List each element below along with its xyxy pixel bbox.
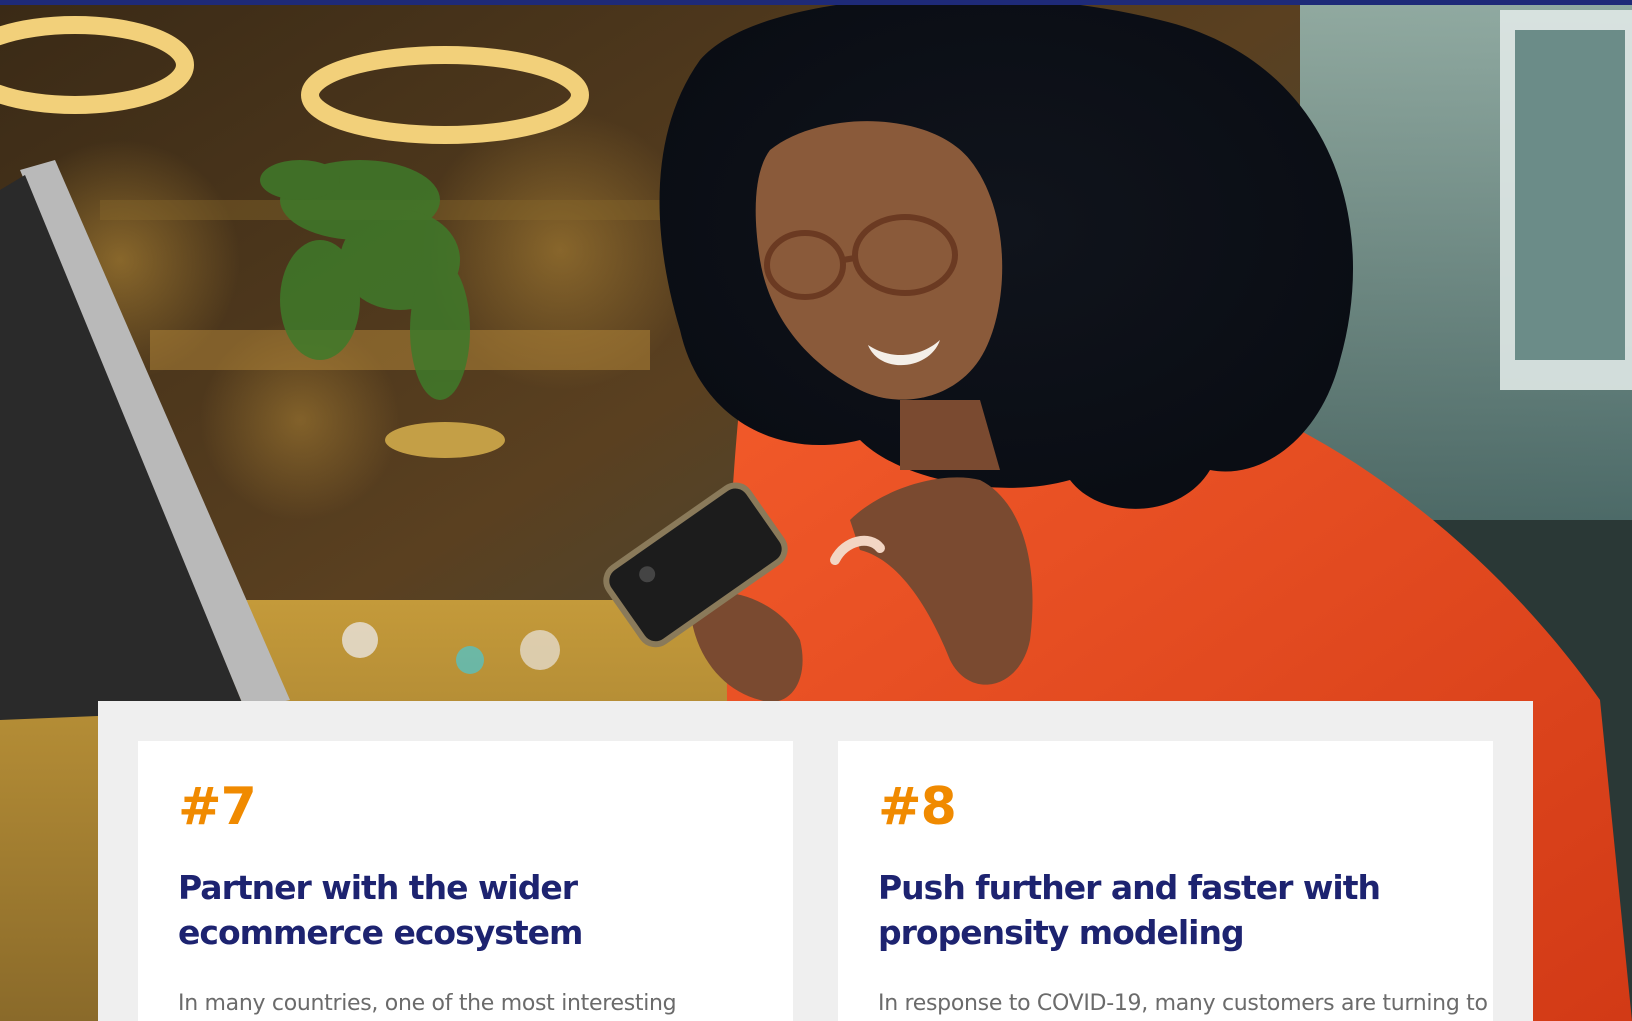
tip-card-7: #7 Partner with the wider ecommerce ecos… bbox=[138, 741, 793, 1021]
tip-title: Push further and faster with propensity … bbox=[878, 868, 1381, 952]
tip-body: In many countries, one of the most inter… bbox=[178, 991, 677, 1016]
tip-card-8: #8 Push further and faster with propensi… bbox=[838, 741, 1493, 1021]
top-accent-bar bbox=[0, 0, 1632, 5]
cards-panel: #7 Partner with the wider ecommerce ecos… bbox=[98, 701, 1533, 1021]
page: #7 Partner with the wider ecommerce ecos… bbox=[0, 0, 1632, 1021]
tip-body: In response to COVID-19, many customers … bbox=[878, 991, 1488, 1016]
tip-number: #7 bbox=[178, 777, 257, 837]
tip-title: Partner with the wider ecommerce ecosyst… bbox=[178, 868, 583, 952]
tip-number: #8 bbox=[878, 777, 957, 837]
